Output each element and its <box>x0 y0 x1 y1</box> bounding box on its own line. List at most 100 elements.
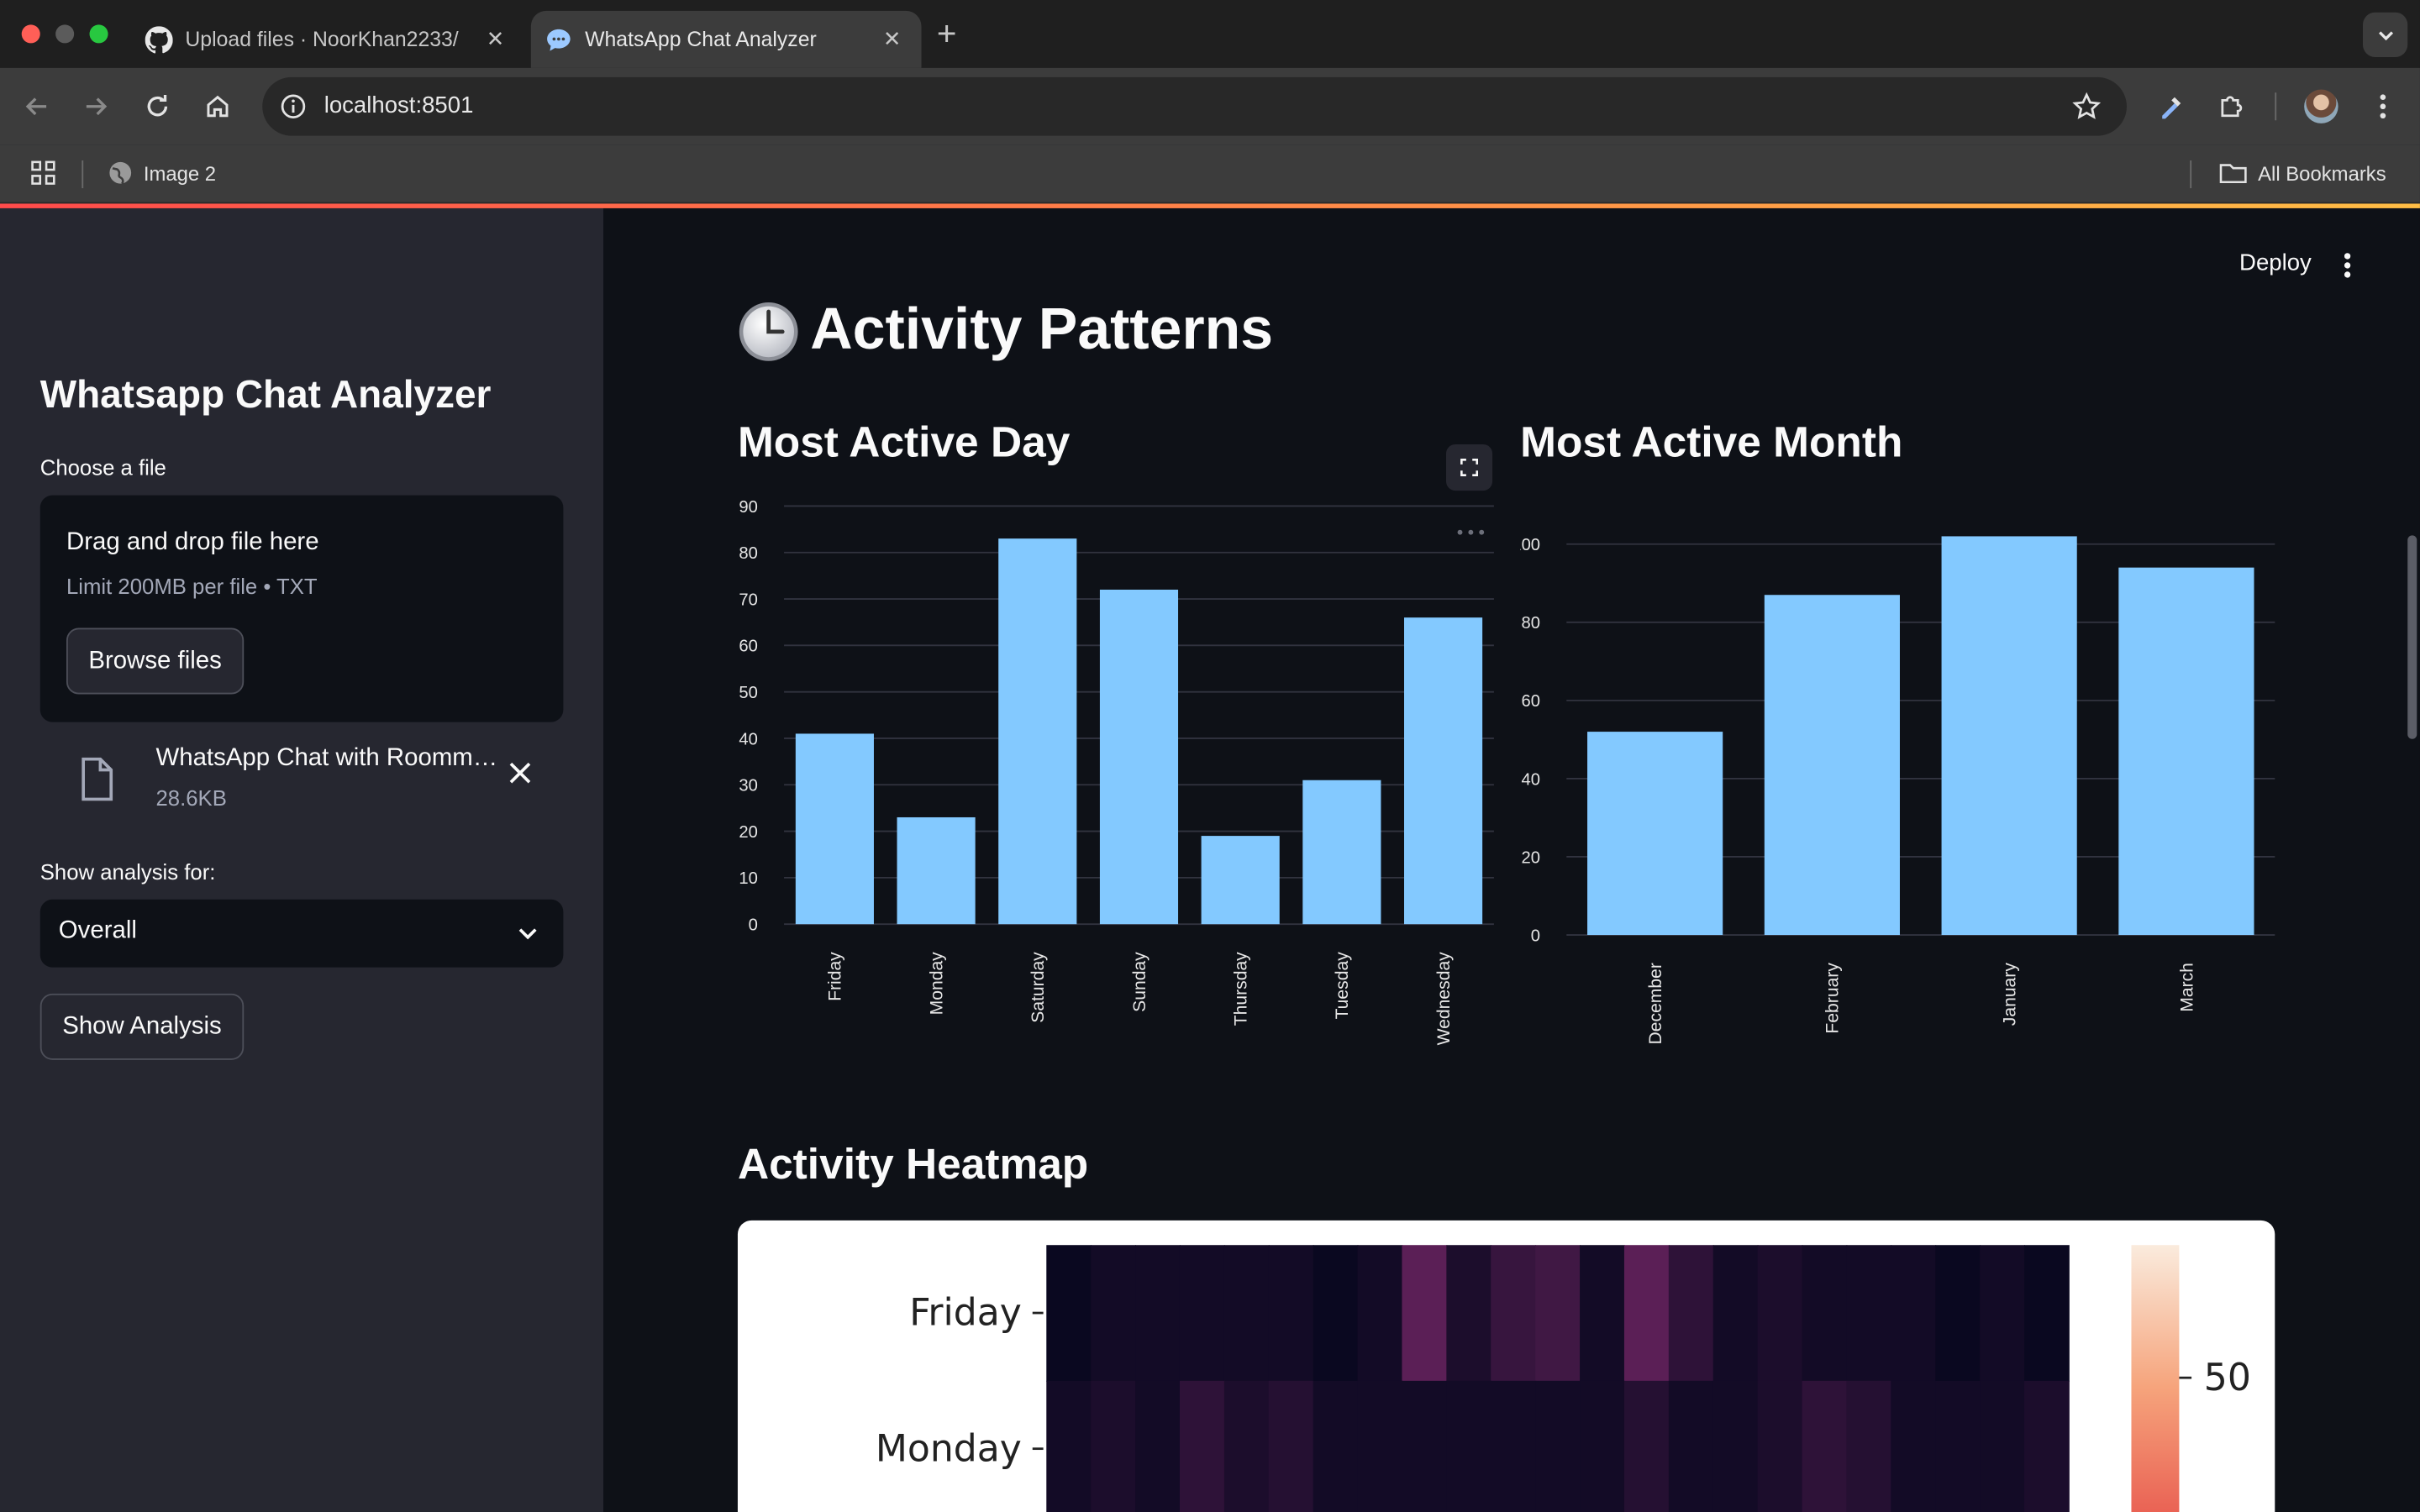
browse-files-button[interactable]: Browse files <box>66 627 245 695</box>
most-active-day-chart: 0 10 20 30 40 50 60 70 80 90 Friday Monday Saturday S… <box>739 498 1494 1046</box>
tab-upload-files[interactable]: Upload files · NoorKhan2233/ ✕ <box>129 11 524 68</box>
analysis-selected-value: Overall <box>58 917 137 945</box>
day-chart-y-tick: 40 <box>739 730 757 748</box>
new-tab-plus-icon[interactable]: + <box>937 14 957 52</box>
heatmap-cell <box>1757 1245 1803 1382</box>
most-active-day-title: Most Active Day <box>737 417 1071 466</box>
bookmark-star-icon[interactable] <box>2071 91 2102 129</box>
fullscreen-window-button[interactable] <box>89 24 108 44</box>
toolbar-divider <box>2275 92 2277 121</box>
day-chart-x-tick: Wednesday <box>1434 952 1454 1046</box>
bookmark-image-2[interactable]: Image 2 <box>108 160 217 185</box>
tab-whatsapp-chat-analyzer[interactable]: WhatsApp Chat Analyzer ✕ <box>530 10 922 68</box>
month-chart-y-tick: 20 <box>1522 848 1540 867</box>
heatmap-cell <box>1357 1245 1403 1382</box>
month-chart-bar[interactable] <box>1587 732 1723 936</box>
extensions-puzzle-icon[interactable] <box>2213 88 2250 125</box>
tab-search-chevron-icon[interactable] <box>2362 12 2408 57</box>
heatmap-cell <box>1891 1380 1937 1512</box>
day-chart-y-tick: 0 <box>749 916 758 935</box>
close-window-button[interactable] <box>21 24 40 44</box>
reload-icon[interactable] <box>139 88 176 125</box>
deploy-button[interactable]: Deploy <box>2239 250 2312 276</box>
heatmap-cell <box>1179 1245 1225 1382</box>
minimize-window-button[interactable] <box>55 24 75 44</box>
forward-arrow-icon[interactable] <box>77 88 114 125</box>
day-chart-bar[interactable] <box>1404 617 1483 925</box>
apps-grid-icon[interactable] <box>31 160 55 185</box>
close-tab-icon[interactable]: ✕ <box>875 26 908 52</box>
day-chart-x-tick: Thursday <box>1232 952 1251 1026</box>
month-chart-bar[interactable] <box>1764 595 1900 936</box>
uploaded-file-name: WhatsApp Chat with Roommates.txt <box>155 745 508 772</box>
heatmap-cell <box>2024 1245 2070 1382</box>
heatmap-cell <box>1668 1380 1714 1512</box>
heatmap-cell <box>1046 1245 1092 1382</box>
main-menu-kebab-icon[interactable] <box>2343 251 2352 286</box>
heatmap-cell <box>1313 1245 1359 1382</box>
heatmap-cell <box>1223 1245 1270 1382</box>
day-chart-y-tick: 60 <box>739 638 757 656</box>
heatmap-cell <box>1535 1245 1581 1382</box>
sidebar-title: Whatsapp Chat Analyzer <box>39 373 492 417</box>
close-tab-icon[interactable]: ✕ <box>478 26 512 52</box>
fullscreen-expand-icon[interactable] <box>1445 444 1493 491</box>
heatmap-cell <box>1313 1380 1359 1512</box>
day-chart-y-tick: 10 <box>739 869 757 888</box>
profile-avatar[interactable] <box>2304 89 2338 123</box>
heatmap-row-label: Monday <box>876 1427 1022 1470</box>
month-chart-y-tick: 0 <box>1531 927 1540 945</box>
file-dropzone[interactable]: Drag and drop file here Limit 200MB per … <box>39 495 564 722</box>
heatmap-cell <box>1402 1245 1448 1382</box>
month-chart-x-tick: January <box>2001 963 2020 1026</box>
page-scrollbar[interactable] <box>2407 535 2417 739</box>
activity-heatmap-chart: Friday Monday 50 <box>876 1245 2251 1512</box>
main-content: Deploy Activity Patterns Most Active Day… <box>603 207 2420 1512</box>
heatmap-cell <box>1980 1380 2025 1512</box>
remove-file-close-icon[interactable] <box>508 760 532 793</box>
show-analysis-button[interactable]: Show Analysis <box>39 993 245 1060</box>
uploaded-file-item: WhatsApp Chat with Roommates.txt 28.6KB <box>40 738 564 824</box>
heatmap-cell <box>1802 1245 1848 1382</box>
browser-menu-icon[interactable] <box>2365 88 2402 125</box>
site-info-icon[interactable] <box>278 91 309 122</box>
page-title: Activity Patterns <box>738 297 1273 364</box>
all-bookmarks-label: All Bookmarks <box>2258 160 2386 185</box>
activity-heatmap-card: Friday Monday 50 <box>737 1220 2275 1512</box>
day-chart-x-tick: Monday <box>927 952 946 1016</box>
month-chart-bar[interactable] <box>2118 567 2254 936</box>
month-chart-y-tick: 80 <box>1522 614 1540 633</box>
heatmap-cell <box>1491 1380 1537 1512</box>
day-chart-bar[interactable] <box>1201 836 1280 925</box>
globe-icon <box>108 160 133 185</box>
back-arrow-icon[interactable] <box>18 88 55 125</box>
day-chart-bar[interactable] <box>1302 780 1381 925</box>
home-icon[interactable] <box>199 88 236 125</box>
analysis-user-select[interactable]: Overall <box>39 899 564 968</box>
day-chart-bar[interactable] <box>1099 589 1179 925</box>
day-chart-bar[interactable] <box>998 538 1077 925</box>
bookmarks-bar: Image 2 All Bookmarks <box>0 144 2420 204</box>
day-chart-y-tick: 20 <box>739 823 757 842</box>
month-chart-bar[interactable] <box>1941 536 2077 936</box>
file-icon <box>79 756 116 810</box>
address-bar[interactable]: localhost:8501 <box>262 76 2127 136</box>
uploaded-file-size: 28.6KB <box>155 785 227 811</box>
heatmap-cell <box>1980 1245 2025 1382</box>
day-chart-bar[interactable] <box>897 816 976 925</box>
day-chart-x-tick: Tuesday <box>1333 952 1352 1020</box>
heatmap-cell <box>1580 1245 1625 1382</box>
heatmap-cell <box>1491 1245 1537 1382</box>
day-chart-y-tick: 90 <box>739 498 757 517</box>
all-bookmarks-folder[interactable]: All Bookmarks <box>2219 160 2386 185</box>
heatmap-cell <box>1446 1245 1492 1382</box>
heatmap-cell <box>1623 1245 1670 1382</box>
most-active-month-title: Most Active Month <box>1520 417 1903 466</box>
heatmap-cell <box>1268 1380 1314 1512</box>
eyedropper-extension-icon[interactable] <box>2153 88 2190 125</box>
heatmap-cell <box>1535 1380 1581 1512</box>
day-chart-bar[interactable] <box>795 733 874 925</box>
heatmap-cell <box>1623 1380 1670 1512</box>
bookmark-label: Image 2 <box>143 160 217 185</box>
bookmark-divider <box>82 160 84 189</box>
